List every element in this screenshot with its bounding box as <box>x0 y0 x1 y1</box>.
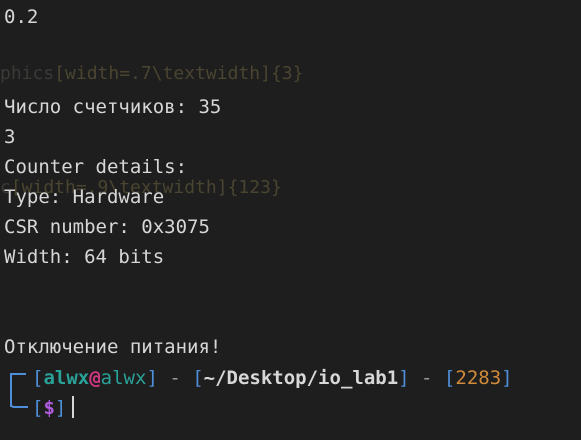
output-line: 3 <box>4 126 16 148</box>
prompt-separator-1: - <box>157 367 193 389</box>
output-line: Type: Hardware <box>4 186 165 208</box>
output-line: CSR number: 0x3075 <box>4 216 210 238</box>
prompt-info-line: [alwx@alwx] - [~/Desktop/io_lab1] - [228… <box>32 367 513 389</box>
ghost-text-1: phics[width=.7\textwidth]{3} <box>0 61 303 87</box>
output-line: Отключение питания! <box>4 336 222 358</box>
output-line: Width: 64 bits <box>4 246 165 268</box>
prompt-input-line[interactable]: [$] <box>32 395 75 421</box>
output-line: 0.2 <box>4 6 39 28</box>
ghost-text-1-a: phics <box>0 63 55 84</box>
prompt-number: 2283 <box>455 367 502 389</box>
prompt-separator-2: - <box>409 367 444 389</box>
text-cursor <box>72 396 75 418</box>
ghost-text-1-c: {3} <box>270 63 304 84</box>
ghost-text-2-c: {123} <box>227 177 282 198</box>
prompt-bracket-bottom <box>10 392 28 408</box>
ghost-text-1-b: [width=.7\textwidth] <box>54 63 271 84</box>
prompt-user: alwx <box>43 367 90 389</box>
output-line: Число счетчиков: 35 <box>4 96 222 118</box>
prompt-path: ~/Desktop/io_lab1 <box>203 367 399 389</box>
prompt-symbol: $ <box>43 397 55 419</box>
output-line: Counter details: <box>4 156 188 178</box>
prompt-at: @ <box>89 367 101 389</box>
terminal-window[interactable]: phics[width=.7\textwidth]{3} c[width=.9\… <box>0 0 581 440</box>
prompt-host: alwx <box>100 367 147 389</box>
